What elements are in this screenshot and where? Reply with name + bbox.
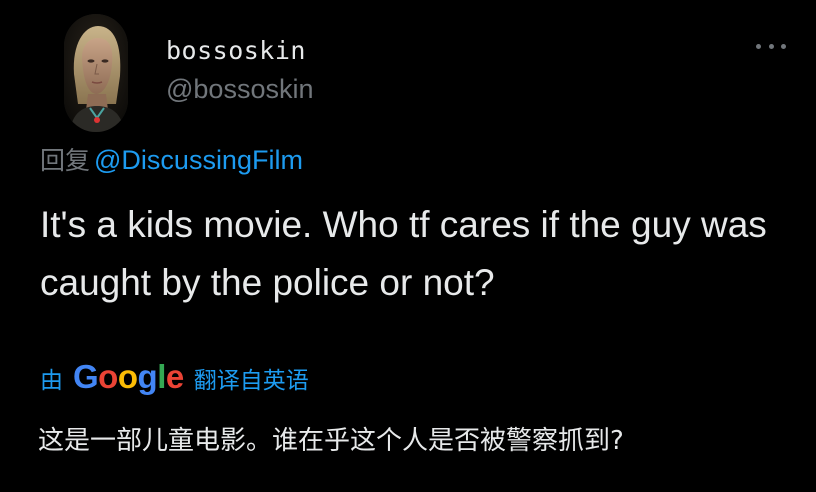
avatar[interactable] (64, 14, 128, 132)
translate-by-label: 由 (40, 368, 63, 394)
more-options-button[interactable] (756, 38, 786, 54)
more-horizontal-icon-dot (781, 43, 786, 49)
translate-from-label: 翻译自英语 (193, 368, 309, 394)
translation-attribution[interactable]: 由 Google 翻译自英语 (40, 358, 309, 396)
avatar-portrait-icon (64, 14, 128, 132)
google-logo-letters: Google (73, 358, 184, 395)
replying-to: 回复 @DiscussingFilm (40, 144, 303, 177)
more-horizontal-icon (756, 43, 761, 49)
tweet-text: It's a kids movie. Who tf cares if the g… (40, 204, 767, 303)
more-horizontal-icon-dot (768, 43, 774, 49)
display-name[interactable]: bossoskin (166, 36, 313, 66)
translated-text: 这是一部儿童电影。谁在乎这个人是否被警察抓到? (38, 426, 624, 456)
user-handle[interactable]: @bossoskin (166, 72, 313, 106)
user-info[interactable]: bossoskin @bossoskin (166, 36, 313, 106)
tweet-card: bossoskin @bossoskin 回复 @DiscussingFilm I… (0, 0, 816, 492)
google-logo: Google (73, 358, 184, 396)
reply-mention-link[interactable]: @DiscussingFilm (94, 145, 303, 175)
reply-prefix: 回复 (40, 146, 91, 175)
